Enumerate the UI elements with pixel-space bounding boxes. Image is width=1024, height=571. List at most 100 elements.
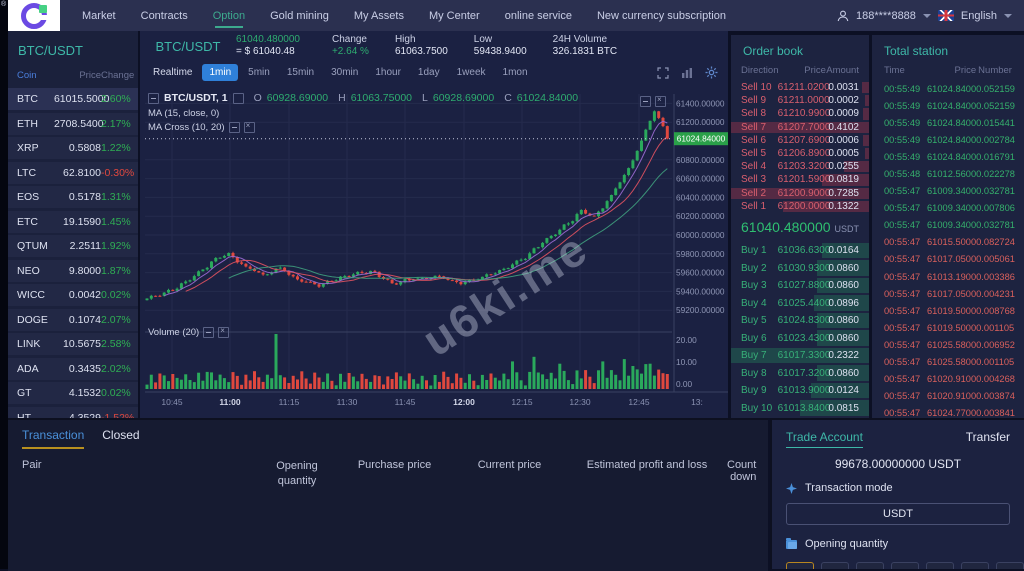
language-caret-icon[interactable] (1004, 14, 1012, 18)
watchlist-header-coin[interactable]: Coin (17, 70, 54, 81)
quantity-preset-button[interactable] (891, 562, 919, 569)
timeframe-15min[interactable]: 15min (280, 64, 321, 81)
trade-row[interactable]: 00:55:4961024.84000.002784 (872, 131, 1024, 148)
trade-row[interactable]: 00:55:4961024.84000.052159 (872, 80, 1024, 97)
ma-close-icon[interactable] (244, 122, 255, 133)
mode-select[interactable]: USDT (786, 503, 1010, 525)
quantity-preset-button[interactable] (961, 562, 989, 569)
ma-settings-icon[interactable] (229, 122, 240, 133)
timeframe-1week[interactable]: 1week (450, 64, 493, 81)
timeframe-30min[interactable]: 30min (324, 64, 365, 81)
volume-settings-icon[interactable] (203, 327, 214, 338)
trade-row[interactable]: 00:55:4761019.50000.001105 (872, 319, 1024, 336)
brand-logo[interactable] (8, 0, 60, 31)
trade-row[interactable]: 00:55:4761019.50000.008768 (872, 302, 1024, 319)
order-book-row-buy-5[interactable]: Buy 561024.83000.0860 (731, 312, 869, 330)
timeframe-1day[interactable]: 1day (411, 64, 447, 81)
timeframe-1min[interactable]: 1min (202, 64, 238, 81)
watchlist-row-doge[interactable]: DOGE0.10742.07% (8, 309, 138, 331)
order-book-row-buy-8[interactable]: Buy 861017.32000.0860 (731, 364, 869, 382)
order-book-row-sell-4[interactable]: Sell 461203.32000.0255 (731, 160, 869, 173)
watchlist-row-etc[interactable]: ETC19.15901.45% (8, 211, 138, 233)
trade-row[interactable]: 00:55:4761009.34000.032781 (872, 183, 1024, 200)
collapse-icon[interactable] (148, 93, 159, 104)
nav-item-option[interactable]: Option (213, 1, 245, 31)
watchlist-row-btc[interactable]: BTC61015.50002.60% (8, 88, 138, 110)
snapshot-icon[interactable] (233, 93, 244, 104)
timeframe-1hour[interactable]: 1hour (368, 64, 408, 81)
trade-row[interactable]: 00:55:4761013.19000.003386 (872, 268, 1024, 285)
trade-row[interactable]: 00:55:4761020.91000.004268 (872, 371, 1024, 388)
order-book-row-sell-1[interactable]: Sell 161200.00000.1322 (731, 200, 869, 213)
order-book-row-sell-6[interactable]: Sell 661207.69000.0006 (731, 134, 869, 147)
chart-plot-area[interactable]: 61024.8400061400.0000061200.0000060800.0… (140, 84, 728, 418)
timeframe-realtime[interactable]: Realtime (146, 64, 199, 81)
order-book-row-sell-5[interactable]: Sell 561206.89000.0005 (731, 147, 869, 160)
quantity-preset-button[interactable] (821, 562, 849, 569)
transfer-link[interactable]: Transfer (966, 430, 1010, 444)
nav-item-gold-mining[interactable]: Gold mining (270, 1, 329, 31)
order-book-row-sell-9[interactable]: Sell 961211.00000.0002 (731, 94, 869, 107)
watchlist-row-gt[interactable]: GT4.15320.02% (8, 382, 138, 404)
watchlist-row-link[interactable]: LINK10.56752.58% (8, 333, 138, 355)
quantity-preset-button[interactable] (786, 562, 814, 569)
order-book-row-sell-10[interactable]: Sell 1061211.02000.0031 (731, 81, 869, 94)
trade-row[interactable]: 00:55:4961024.84000.052159 (872, 97, 1024, 114)
order-book-row-buy-6[interactable]: Buy 661023.43000.0860 (731, 329, 869, 347)
quantity-preset-button[interactable] (856, 562, 884, 569)
volume-close-icon[interactable] (218, 327, 229, 338)
watchlist-header-change[interactable]: Change (101, 70, 129, 81)
watchlist-row-neo[interactable]: NEO9.80001.87% (8, 260, 138, 282)
order-book-row-buy-4[interactable]: Buy 461025.44000.0896 (731, 294, 869, 312)
watchlist-row-qtum[interactable]: QTUM2.25111.92% (8, 235, 138, 257)
fullscreen-icon[interactable] (657, 67, 669, 79)
nav-item-my-assets[interactable]: My Assets (354, 1, 404, 31)
watchlist-row-wicc[interactable]: WICC0.00420.02% (8, 284, 138, 306)
order-book-row-buy-10[interactable]: Buy 1061013.84000.0815 (731, 399, 869, 417)
user-menu-caret-icon[interactable] (923, 14, 931, 18)
trade-row[interactable]: 00:55:4761020.91000.003874 (872, 388, 1024, 405)
trade-row[interactable]: 00:55:4761017.05000.004231 (872, 285, 1024, 302)
quantity-preset-button[interactable] (926, 562, 954, 569)
timeframe-5min[interactable]: 5min (241, 64, 277, 81)
order-book-row-sell-3[interactable]: Sell 361201.59000.0819 (731, 173, 869, 186)
order-book-row-buy-3[interactable]: Buy 361027.88000.0860 (731, 277, 869, 295)
trade-row[interactable]: 00:55:4761025.58000.001105 (872, 354, 1024, 371)
watchlist-row-ht[interactable]: HT4.3529-1.52% (8, 407, 138, 419)
order-book-row-sell-7[interactable]: Sell 761207.70000.4102 (731, 121, 869, 134)
watchlist-row-eos[interactable]: EOS0.51781.31% (8, 186, 138, 208)
order-book-row-sell-8[interactable]: Sell 861210.99000.0009 (731, 107, 869, 120)
watchlist-header-price[interactable]: Price (54, 70, 101, 81)
order-book-row-sell-2[interactable]: Sell 261200.90000.7285 (731, 187, 869, 200)
pane-close-icon[interactable] (655, 96, 666, 107)
watchlist-row-xrp[interactable]: XRP0.58081.22% (8, 137, 138, 159)
trade-account-title[interactable]: Trade Account (786, 430, 863, 448)
watchlist-row-ltc[interactable]: LTC62.8100-0.30% (8, 162, 138, 184)
order-book-row-buy-7[interactable]: Buy 761017.33000.2322 (731, 347, 869, 365)
quantity-preset-button[interactable] (996, 562, 1024, 569)
gear-icon[interactable] (705, 66, 718, 79)
order-book-row-buy-9[interactable]: Buy 961013.90000.0124 (731, 382, 869, 400)
watchlist-row-ada[interactable]: ADA0.34352.02% (8, 358, 138, 380)
nav-item-online-service[interactable]: online service (505, 1, 572, 31)
tab-transaction[interactable]: Transaction (22, 428, 84, 449)
nav-item-contracts[interactable]: Contracts (141, 1, 188, 31)
watchlist-row-eth[interactable]: ETH2708.54002.17% (8, 113, 138, 135)
trade-row[interactable]: 00:55:4761009.34000.007806 (872, 200, 1024, 217)
nav-item-new-currency-subscription[interactable]: New currency subscription (597, 1, 726, 31)
indicator-icon[interactable] (681, 67, 693, 79)
order-book-row-buy-1[interactable]: Buy 161036.63000.0164 (731, 242, 869, 260)
tab-closed[interactable]: Closed (102, 428, 139, 449)
language-selector[interactable]: English (961, 10, 997, 22)
trade-row[interactable]: 00:55:4761015.50000.082724 (872, 234, 1024, 251)
pane-maximize-icon[interactable] (640, 96, 651, 107)
trade-row[interactable]: 00:55:4961024.84000.016791 (872, 148, 1024, 165)
trade-row[interactable]: 00:55:4761025.58000.006952 (872, 336, 1024, 353)
user-phone[interactable]: 188****8888 (856, 10, 916, 22)
timeframe-1mon[interactable]: 1mon (496, 64, 535, 81)
trade-row[interactable]: 00:55:4761017.05000.005061 (872, 251, 1024, 268)
nav-item-market[interactable]: Market (82, 1, 116, 31)
trade-row[interactable]: 00:55:4761009.34000.032781 (872, 217, 1024, 234)
trade-row[interactable]: 00:55:4861012.56000.022278 (872, 165, 1024, 182)
nav-item-my-center[interactable]: My Center (429, 1, 480, 31)
